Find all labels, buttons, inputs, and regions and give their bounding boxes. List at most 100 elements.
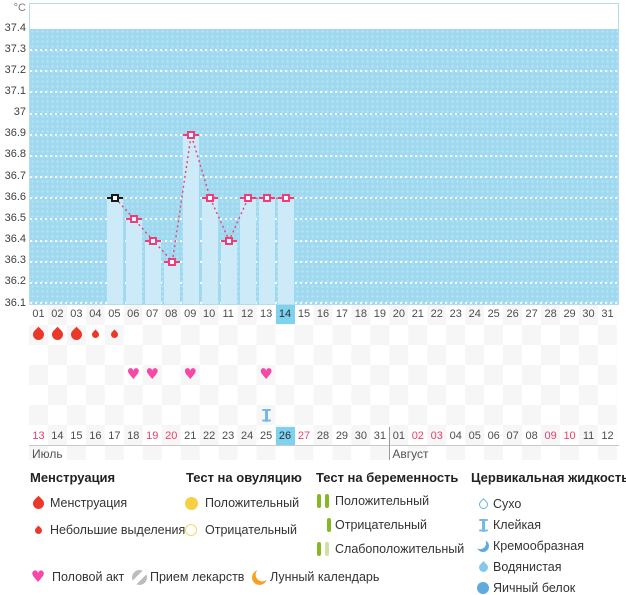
temp-point-marker[interactable] [149, 236, 158, 245]
cycle-day-cell[interactable]: 24 [465, 305, 484, 324]
cycle-day-cell[interactable]: 22 [427, 305, 446, 324]
temp-point-marker[interactable] [282, 194, 291, 203]
calendar-date-cell[interactable]: 05 [465, 427, 484, 445]
cycle-day-cell[interactable]: 25 [484, 305, 503, 324]
cycle-day-cell[interactable]: 29 [560, 305, 579, 324]
cycle-day-cell[interactable]: 04 [86, 305, 105, 324]
calendar-date-cell[interactable]: 12 [598, 427, 617, 445]
calendar-date-cell[interactable]: 30 [351, 427, 370, 445]
cycle-day-cell[interactable]: 17 [332, 305, 351, 324]
cycle-day-cell[interactable]: 31 [598, 305, 617, 324]
calendar-date-cell[interactable]: 29 [332, 427, 351, 445]
month-divider-line [389, 427, 391, 460]
temp-point-marker[interactable] [206, 194, 215, 203]
cycle-day-cell[interactable]: 02 [48, 305, 67, 324]
cycle-day-cell[interactable]: 08 [162, 305, 181, 324]
calendar-date-cell[interactable]: 04 [446, 427, 465, 445]
calendar-date-cell[interactable]: 20 [162, 427, 181, 445]
cycle-day-cell[interactable]: 15 [295, 305, 314, 324]
heart-icon: ♥ [145, 364, 159, 383]
legend-item-icon-cell [472, 495, 494, 513]
cycle-day-cell[interactable]: 14 [275, 305, 295, 324]
intercourse-day-cell[interactable]: ♥ [143, 364, 162, 384]
cycle-day-cell[interactable]: 23 [446, 305, 465, 324]
intercourse-day-cell[interactable]: ♥ [124, 364, 143, 384]
calendar-date-cell[interactable]: 27 [295, 427, 314, 445]
legend-item-label: Яичный белок [493, 581, 576, 595]
calendar-date-cell[interactable]: 01 [389, 427, 408, 445]
legend-item-icon-cell [312, 540, 334, 558]
calendar-date-cell[interactable]: 14 [48, 427, 67, 445]
cycle-day-cell[interactable]: 01 [29, 305, 48, 324]
calendar-date-cell[interactable]: 25 [257, 427, 276, 445]
cycle-day-cell[interactable]: 30 [579, 305, 598, 324]
intercourse-day-cell[interactable]: ♥ [181, 364, 200, 384]
cervical-fluid-day-cell[interactable] [257, 405, 276, 425]
calendar-date-cell[interactable]: 10 [560, 427, 579, 445]
cycle-day-cell[interactable]: 13 [257, 305, 276, 324]
drop-large-icon [49, 326, 66, 342]
y-axis-tick-label: 36.3 [4, 254, 26, 267]
menstruation-day-cell[interactable] [29, 324, 48, 344]
cycle-day-cell[interactable]: 09 [181, 305, 200, 324]
cycle-day-cell[interactable]: 12 [238, 305, 257, 324]
calendar-date-cell[interactable]: 22 [200, 427, 219, 445]
cycle-day-cell[interactable]: 16 [314, 305, 333, 324]
calendar-date-cell[interactable]: 26 [275, 427, 295, 445]
legend-item-icon-cell [472, 579, 494, 595]
calendar-date-cell[interactable]: 02 [408, 427, 427, 445]
menstruation-day-cell[interactable] [105, 324, 124, 344]
temp-point-marker[interactable] [187, 130, 196, 139]
legend-item-label: Менструация [50, 496, 128, 510]
legend-group-title: Менструация [30, 470, 116, 485]
calendar-date-cell[interactable]: 13 [29, 427, 48, 445]
y-axis-tick-label: 36.7 [4, 169, 26, 182]
calendar-date-cell[interactable]: 18 [124, 427, 143, 445]
temperature-chart-plot[interactable] [29, 3, 619, 305]
calendar-date-cell[interactable]: 31 [370, 427, 389, 445]
calendar-date-cell[interactable]: 11 [579, 427, 598, 445]
calendar-date-cell[interactable]: 17 [105, 427, 124, 445]
cycle-day-cell[interactable]: 05 [105, 305, 124, 324]
temp-point-marker[interactable] [130, 215, 139, 224]
calendar-date-cell[interactable]: 15 [67, 427, 86, 445]
calendar-date-cell[interactable]: 24 [238, 427, 257, 445]
calendar-date-cell[interactable]: 07 [503, 427, 522, 445]
cycle-day-cell[interactable]: 27 [522, 305, 541, 324]
cycle-day-cell[interactable]: 11 [219, 305, 238, 324]
legend-item-icon-cell [472, 516, 494, 534]
temperature-line [114, 134, 287, 264]
calendar-date-cell[interactable]: 19 [143, 427, 162, 445]
temp-point-marker[interactable] [263, 194, 272, 203]
cycle-day-cell[interactable]: 20 [389, 305, 408, 324]
temp-point-marker[interactable] [244, 194, 253, 203]
cycle-day-cell[interactable]: 28 [541, 305, 560, 324]
eggwhite-icon [477, 582, 489, 594]
circle-yellow-icon [184, 496, 198, 510]
cycle-day-cell[interactable]: 18 [351, 305, 370, 324]
cycle-day-cell[interactable]: 07 [143, 305, 162, 324]
calendar-date-cell[interactable]: 23 [219, 427, 238, 445]
cycle-day-cell[interactable]: 10 [200, 305, 219, 324]
temp-point-marker[interactable] [111, 194, 120, 203]
menstruation-day-cell[interactable] [86, 324, 105, 344]
menstruation-day-cell[interactable] [48, 324, 67, 344]
cycle-day-cell[interactable]: 19 [370, 305, 389, 324]
cycle-day-cell[interactable]: 26 [503, 305, 522, 324]
calendar-date-cell[interactable]: 03 [427, 427, 446, 445]
calendar-date-cell[interactable]: 28 [314, 427, 333, 445]
temp-point-marker[interactable] [168, 257, 177, 266]
calendar-date-cell[interactable]: 16 [86, 427, 105, 445]
cycle-day-cell[interactable]: 06 [124, 305, 143, 324]
calendar-date-cell[interactable]: 21 [181, 427, 200, 445]
cycle-day-cell[interactable]: 21 [408, 305, 427, 324]
calendar-date-cell[interactable]: 06 [484, 427, 503, 445]
sticky-icon [261, 408, 271, 422]
calendar-date-cell[interactable]: 08 [522, 427, 541, 445]
intercourse-day-cell[interactable]: ♥ [257, 364, 276, 384]
menstruation-day-cell[interactable] [67, 324, 86, 344]
cycle-day-cell[interactable]: 03 [67, 305, 86, 324]
test-weak-bars-icon [317, 542, 329, 556]
calendar-date-cell[interactable]: 09 [541, 427, 560, 445]
temp-point-marker[interactable] [225, 236, 234, 245]
